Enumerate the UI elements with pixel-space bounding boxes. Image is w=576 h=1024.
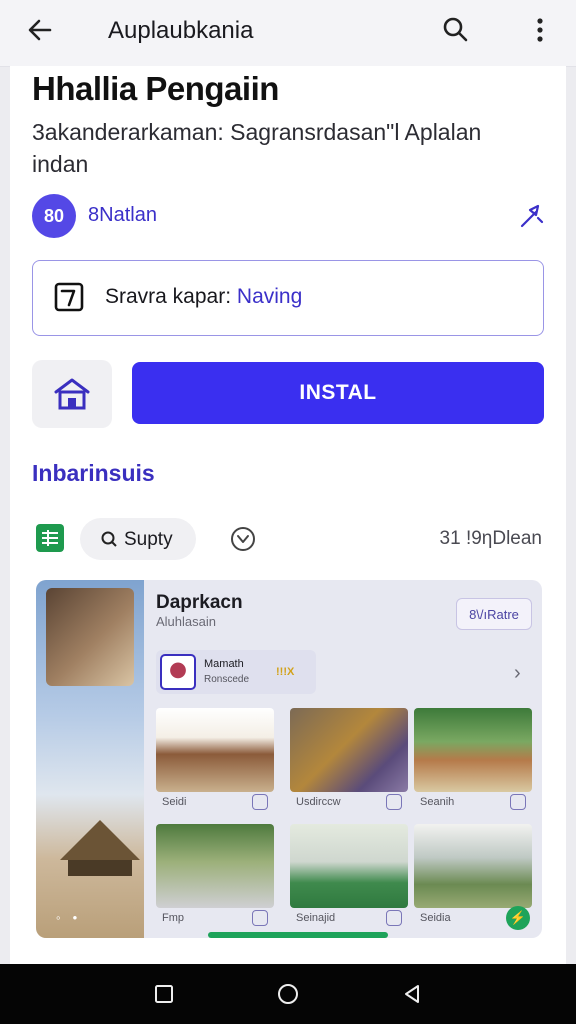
tile-caption: Seidi xyxy=(162,796,187,808)
home-nav-icon[interactable] xyxy=(276,982,300,1006)
preview-subheader: Aluhlasain xyxy=(156,614,216,629)
photo-tile[interactable]: Fmp xyxy=(156,824,274,932)
back-nav-icon[interactable] xyxy=(400,982,424,1006)
result-count: 31 !9ηDlean xyxy=(439,528,542,549)
calendar-icon xyxy=(54,282,84,312)
photo-tile[interactable]: Seinajid xyxy=(290,824,408,932)
tile-caption: Usdirccw xyxy=(296,796,341,808)
interior-thumbnail xyxy=(46,588,134,686)
bookmark-icon[interactable] xyxy=(386,794,402,810)
developer-row[interactable]: 80 8Natlan xyxy=(32,194,552,238)
section-title: Inbarinsuis xyxy=(32,460,155,486)
tile-caption: Seanih xyxy=(420,796,455,808)
preview-card[interactable]: Mamath Ronscede !!!X xyxy=(156,650,316,694)
developer-name[interactable]: 8Natlan xyxy=(88,204,157,227)
info-value: Naving xyxy=(236,285,303,308)
chip-label: Supty xyxy=(124,529,173,550)
tile-image xyxy=(156,824,274,908)
tile-caption: Fmp xyxy=(162,912,184,924)
preview-card-subtitle: Ronscede xyxy=(204,674,250,685)
page-title: Auplaubkania xyxy=(108,17,254,44)
bookmark-icon[interactable] xyxy=(510,794,526,810)
photo-tile[interactable]: Seanih xyxy=(414,708,532,816)
search-icon[interactable] xyxy=(440,14,472,46)
chevron-right-icon[interactable]: › xyxy=(514,662,521,685)
preview-card-title: Mamath xyxy=(204,658,244,670)
more-vertical-icon[interactable] xyxy=(526,14,554,46)
screenshot-preview[interactable]: ◦• Daprkacn Aluhlasain 8\/ıRatre Mamath … xyxy=(36,580,542,938)
info-box[interactable]: Sravra kapar: Naving xyxy=(32,260,544,336)
recents-icon[interactable] xyxy=(152,982,176,1006)
bookmark-icon[interactable] xyxy=(252,910,268,926)
bookmark-icon[interactable] xyxy=(252,794,268,810)
info-label-text: Sravra kapar: xyxy=(105,285,232,308)
bookmark-icon[interactable] xyxy=(386,910,402,926)
tile-image xyxy=(290,824,408,908)
spreadsheet-icon[interactable] xyxy=(36,524,64,552)
arrow-left-icon[interactable] xyxy=(24,14,56,46)
carousel-dots: ◦• xyxy=(56,910,90,925)
preview-card-badge: !!!X xyxy=(276,666,295,678)
info-label: Sravra kapar: Naving xyxy=(105,285,302,309)
preview-header: Daprkacn xyxy=(156,592,243,613)
preview-progress-bar xyxy=(208,932,388,938)
home-button[interactable] xyxy=(32,360,112,428)
app-subtitle: 3akanderarkaman: Sagransrdasan"l Aplalan… xyxy=(32,119,482,177)
tile-caption: Seidia xyxy=(420,912,451,924)
top-app-bar: Auplaubkania xyxy=(0,0,576,67)
lightning-icon[interactable]: ⚡ xyxy=(506,906,530,930)
share-icon[interactable] xyxy=(518,202,546,230)
tile-caption: Seinajid xyxy=(296,912,336,924)
screenshots-panel: Supty 31 !9ηDlean ◦• Daprkacn Aluhlasain… xyxy=(10,506,566,964)
app-name: Hhallia Pengaiin xyxy=(32,70,279,107)
filter-chip[interactable]: Supty xyxy=(80,518,196,560)
preview-side-image: ◦• xyxy=(36,580,144,938)
preview-button[interactable]: 8\/ıRatre xyxy=(456,598,532,630)
tile-image xyxy=(414,708,532,792)
home-icon xyxy=(54,378,90,410)
hut-image xyxy=(60,820,140,876)
photo-tile[interactable]: Seidi xyxy=(156,708,274,816)
install-button[interactable]: INSTAL xyxy=(132,362,544,424)
flower-icon xyxy=(160,654,196,690)
app-details-sheet: Hhallia Pengaiin 3akanderarkaman: Sagran… xyxy=(10,66,566,506)
photo-tile[interactable]: Usdirccw xyxy=(290,708,408,816)
smiley-icon[interactable] xyxy=(230,526,256,552)
tile-image xyxy=(414,824,532,908)
tile-image xyxy=(290,708,408,792)
search-small-icon xyxy=(101,531,117,547)
tile-image xyxy=(156,708,274,792)
developer-avatar: 80 xyxy=(32,194,76,238)
system-nav-bar xyxy=(0,964,576,1024)
